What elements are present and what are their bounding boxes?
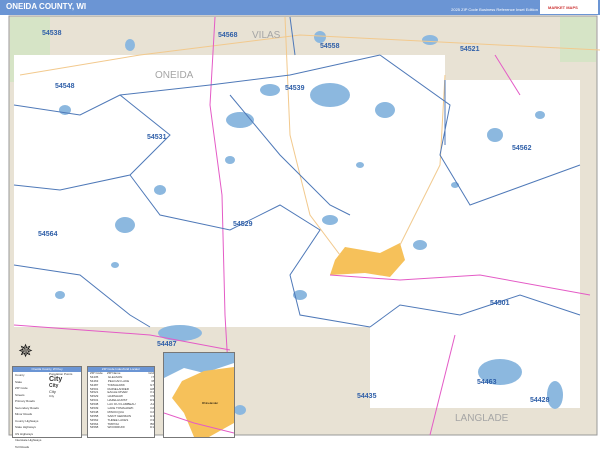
zip-label: 54487 bbox=[157, 341, 176, 348]
zip-label: 54463 bbox=[477, 379, 496, 386]
compass-rose-icon: ✵ bbox=[18, 341, 33, 362]
rhinelander-inset-map[interactable]: Rhinelander bbox=[163, 352, 235, 438]
zip-label: 54538 bbox=[42, 30, 61, 37]
inset-city-label: Rhinelander bbox=[202, 401, 218, 405]
zip-label: 54558 bbox=[320, 43, 339, 50]
county-label-langlade: LANGLADE bbox=[455, 413, 508, 424]
zip-label: 54501 bbox=[490, 300, 509, 307]
market-maps-logo: MARKET MAPS bbox=[540, 0, 598, 14]
zip-label: 54568 bbox=[218, 32, 237, 39]
zip-label: 54529 bbox=[233, 221, 252, 228]
edition-label: 2025 ZIP Code Business Reference Inset E… bbox=[451, 7, 538, 12]
forest-area bbox=[560, 17, 596, 62]
zip-label: 54564 bbox=[38, 231, 57, 238]
index-row: 54568WOODRUFFD1 bbox=[88, 426, 154, 430]
legend-item: Toll Roads bbox=[13, 444, 49, 450]
zip-label: 54521 bbox=[460, 46, 479, 53]
map-title: ONEIDA COUNTY, WI bbox=[6, 2, 86, 11]
zip-label: 54562 bbox=[512, 145, 531, 152]
inset-svg bbox=[164, 353, 234, 437]
zip-label: 54548 bbox=[55, 83, 74, 90]
zip-label: 54435 bbox=[357, 393, 376, 400]
zip-label: 54531 bbox=[147, 134, 166, 141]
zip-label: 54428 bbox=[530, 397, 549, 404]
county-label-oneida: ONEIDA bbox=[155, 70, 193, 81]
county-label-vilas: VILAS bbox=[252, 30, 280, 41]
title-bar: ONEIDA COUNTY, WI 2025 ZIP Code Business… bbox=[0, 0, 600, 15]
zip-index-panel: ZIP Code Index/Grid Locator ZIP CodeZIP … bbox=[87, 366, 155, 438]
zip-label: 54539 bbox=[285, 85, 304, 92]
legend-panel: Oneida County, WI Key County State ZIP C… bbox=[12, 366, 82, 438]
